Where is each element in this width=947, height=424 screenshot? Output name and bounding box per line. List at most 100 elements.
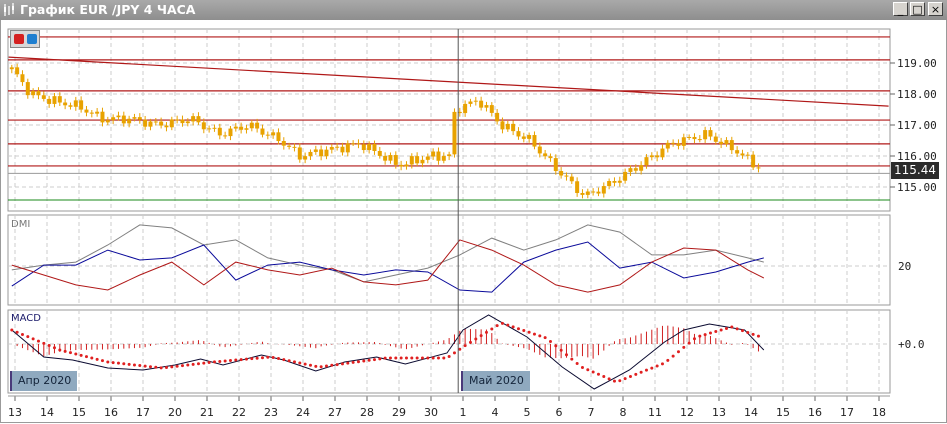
macd-signal-dot	[356, 360, 360, 364]
date-label-8: 23	[264, 406, 278, 419]
macd-signal-dot	[404, 356, 408, 360]
red-color-icon[interactable]	[14, 34, 24, 44]
candle-body	[543, 153, 548, 157]
macd-signal-dot	[426, 356, 430, 360]
candle-body	[265, 134, 270, 136]
macd-signal-dot	[58, 348, 62, 352]
candle-body	[324, 149, 329, 157]
candle-body	[319, 149, 324, 157]
candle-body	[596, 191, 601, 194]
candle-body	[463, 103, 468, 114]
candle-body	[655, 155, 660, 158]
candle-body	[553, 158, 558, 172]
candle-body	[681, 137, 686, 146]
blue-color-icon[interactable]	[27, 34, 37, 44]
candle-body	[185, 121, 190, 124]
macd-signal-dot	[628, 375, 632, 379]
candle-body	[356, 143, 361, 145]
macd-signal-dot	[730, 325, 734, 329]
date-label-10: 27	[328, 406, 342, 419]
candle-body	[159, 121, 164, 126]
macd-signal-dot	[468, 340, 472, 344]
candle-body	[511, 123, 516, 132]
macd-signal-dot	[79, 353, 83, 357]
candle-body	[441, 156, 446, 161]
candle-body	[191, 116, 196, 122]
date-label-6: 21	[200, 406, 214, 419]
candle-body	[132, 117, 137, 119]
candle-body	[84, 109, 89, 113]
candle-body	[212, 127, 217, 129]
candle-body	[15, 67, 20, 75]
candle-body	[271, 132, 276, 136]
macd-signal-dot	[484, 330, 488, 334]
candle-body	[548, 156, 553, 159]
date-label-16: 5	[524, 406, 531, 419]
candle-body	[484, 105, 489, 108]
candle-body	[735, 150, 740, 154]
candle-body	[447, 154, 452, 157]
candle-body	[223, 135, 228, 137]
macd-signal-dot	[538, 334, 542, 338]
candle-body	[468, 101, 473, 104]
macd-signal-dot	[564, 353, 568, 357]
candle-body	[665, 142, 670, 149]
candle-body	[372, 144, 377, 151]
price-tick-4: 115.00	[897, 181, 937, 194]
candle-body	[580, 192, 585, 195]
macd-signal-dot	[127, 362, 131, 366]
macd-signal-dot	[84, 355, 88, 359]
macd-signal-dot	[90, 356, 94, 360]
macd-signal-dot	[756, 334, 760, 338]
macd-signal-dot	[314, 364, 318, 368]
macd-signal-dot	[74, 352, 78, 356]
macd-signal-dot	[383, 356, 387, 360]
candle-body	[628, 168, 633, 172]
macd-signal-dot	[26, 335, 30, 339]
date-label-14: 1	[460, 406, 467, 419]
candle-body	[9, 67, 14, 70]
candle-body	[740, 153, 745, 156]
macd-signal-dot	[122, 362, 126, 366]
macd-signal-dot	[735, 327, 739, 331]
candle-body	[207, 128, 212, 130]
candle-body	[537, 146, 542, 154]
candle-body	[111, 117, 116, 121]
month-label-apr: Апр 2020	[10, 371, 78, 391]
candle-body	[25, 82, 30, 96]
candle-body	[52, 96, 57, 104]
macd-signal-dot	[554, 344, 558, 348]
macd-signal-dot	[692, 337, 696, 341]
candle-body	[148, 121, 153, 127]
macd-signal-dot	[458, 347, 462, 351]
candle-body	[516, 131, 521, 137]
candle-body	[473, 100, 478, 102]
candle-body	[137, 117, 142, 120]
chart-canvas[interactable]: 13 14 15 16 17 20 21 22 23 24 27 28 29 30 1 4 5 6 7 8 11 12 13…	[0, 0, 947, 424]
macd-signal-dot	[687, 341, 691, 345]
macd-signal-dot	[260, 356, 264, 360]
candle-body	[351, 143, 356, 145]
macd-signal-dot	[639, 370, 643, 374]
macd-signal-dot	[266, 355, 270, 359]
candle-body	[607, 181, 612, 187]
macd-signal-dot	[255, 356, 259, 360]
candle-body	[399, 164, 404, 167]
macd-signal-dot	[298, 361, 302, 365]
macd-signal-dot	[575, 361, 579, 365]
candle-body	[180, 119, 185, 124]
candle-body	[687, 136, 692, 138]
color-toggle[interactable]	[10, 30, 40, 48]
candle-body	[361, 144, 366, 151]
candle-body	[41, 95, 46, 99]
macd-signal-dot	[223, 359, 227, 363]
macd-signal-dot	[175, 364, 179, 368]
date-label-19: 8	[620, 406, 627, 419]
macd-signal-dot	[36, 339, 40, 343]
macd-signal-dot	[559, 348, 563, 352]
candle-body	[713, 136, 718, 142]
date-label-26: 17	[840, 406, 854, 419]
macd-signal-dot	[303, 362, 307, 366]
candle-body	[559, 171, 564, 176]
date-label-1: 14	[40, 406, 54, 419]
